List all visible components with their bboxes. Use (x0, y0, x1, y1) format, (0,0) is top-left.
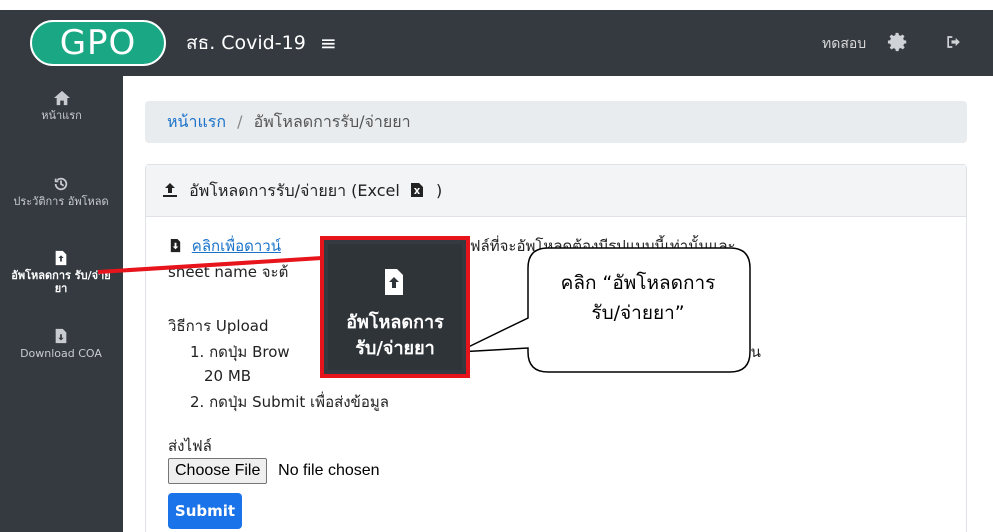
gear-icon[interactable] (887, 31, 909, 53)
zoom-callout-inner: อัพโหลดการ รับ/จ่ายยา (328, 244, 462, 370)
sidebar-item-download-coa[interactable]: Download COA (16, 328, 106, 360)
zoom-label-line-2: รับ/จ่ายยา (355, 338, 435, 359)
sidebar: หน้าแรก ประวัติการ อัพโหลด อัพโหลดการ รั… (0, 76, 123, 532)
menu-toggle-icon[interactable]: ≡ (320, 30, 337, 56)
sidebar-item-label: Download COA (20, 347, 102, 360)
howto-title: วิธีการ Upload (168, 317, 269, 335)
user-name-link[interactable]: ทดสอบ (822, 34, 866, 54)
bubble-line-2: รับ/จ่ายยา” (591, 302, 685, 324)
sidebar-item-upload[interactable]: อัพโหลดการ รับ/จ่ายยา (11, 250, 111, 295)
step-1-size-note: ดของไฟล์ต้องไม่เกิน (629, 343, 761, 361)
app-frame: GPO สธ. Covid-19 ≡ ทดสอบ หน้าแรก ประวัติ… (0, 10, 993, 532)
template-line: คลิกเพื่อดาวน์ (ไฟล์ที่จะอัพโหลดต้องมีรู… (168, 235, 928, 257)
card-header: อัพโหลดการรับ/จ่ายยา (Excel ) (146, 165, 966, 217)
choose-file-button[interactable]: Choose File (168, 458, 268, 484)
file-input: Choose File No file chosen (168, 457, 380, 484)
top-navbar: GPO สธ. Covid-19 ≡ ทดสอบ (0, 10, 993, 76)
send-file-label: ส่งไฟล์ (168, 437, 212, 455)
upload-icon (163, 183, 177, 197)
step-1: 1. กดปุ่ม Brow ดของไฟล์ต้องไม่เกิน (190, 341, 930, 363)
breadcrumb-current: อัพโหลดการรับ/จ่ายยา (253, 112, 411, 131)
sidebar-item-home[interactable]: หน้าแรก (0, 90, 123, 122)
step-1-text: 1. กดปุ่ม Brow (190, 343, 290, 361)
gpo-logo[interactable]: GPO (30, 20, 166, 66)
card-title: อัพโหลดการรับ/จ่ายยา (Excel (189, 181, 400, 200)
app-title: สธ. Covid-19 (186, 32, 306, 54)
template-download-link[interactable]: คลิกเพื่อดาวน์ (192, 237, 281, 255)
breadcrumb-home-link[interactable]: หน้าแรก (167, 112, 226, 131)
file-download-icon (170, 238, 181, 253)
sidebar-item-label: หน้าแรก (41, 109, 82, 122)
zoom-callout-label: อัพโหลดการ รับ/จ่ายยา (328, 310, 462, 362)
step-1-size: 20 MB (204, 367, 252, 385)
history-icon (54, 177, 68, 191)
home-icon (53, 90, 70, 106)
file-upload-icon (385, 269, 403, 295)
submit-button[interactable]: Submit (168, 493, 242, 529)
excel-file-icon (410, 183, 423, 197)
zoom-callout: อัพโหลดการ รับ/จ่ายยา (320, 236, 470, 378)
file-status: No file chosen (278, 462, 380, 479)
logout-icon[interactable] (944, 32, 964, 52)
upload-card: อัพโหลดการรับ/จ่ายยา (Excel ) คลิกเพื่อด… (145, 164, 967, 532)
breadcrumb: หน้าแรก / อัพโหลดการรับ/จ่ายยา (145, 101, 967, 143)
template-note: (ไฟล์ที่จะอัพโหลดต้องมีรูปแบบนี้เท่านั้น… (456, 237, 736, 255)
zoom-label-line-1: อัพโหลดการ (346, 312, 444, 333)
speech-bubble-text: คลิก “อัพโหลดการ รับ/จ่ายยา” (526, 268, 750, 328)
sidebar-item-label: ประวัติการ อัพโหลด (13, 195, 109, 208)
sheet-name-note: sheet name จะต้ (168, 263, 289, 281)
step-2: 2. กดปุ่ม Submit เพื่อส่งข้อมูล (190, 393, 389, 411)
sidebar-item-label: อัพโหลดการ รับ/จ่ายยา (11, 269, 111, 295)
card-title-paren: ) (435, 181, 443, 200)
sidebar-item-history[interactable]: ประวัติการ อัพโหลด (11, 176, 111, 208)
file-upload-icon (55, 250, 67, 266)
breadcrumb-separator: / (237, 112, 243, 131)
bubble-line-1: คลิก “อัพโหลดการ (560, 272, 716, 294)
file-download-icon (55, 328, 67, 344)
